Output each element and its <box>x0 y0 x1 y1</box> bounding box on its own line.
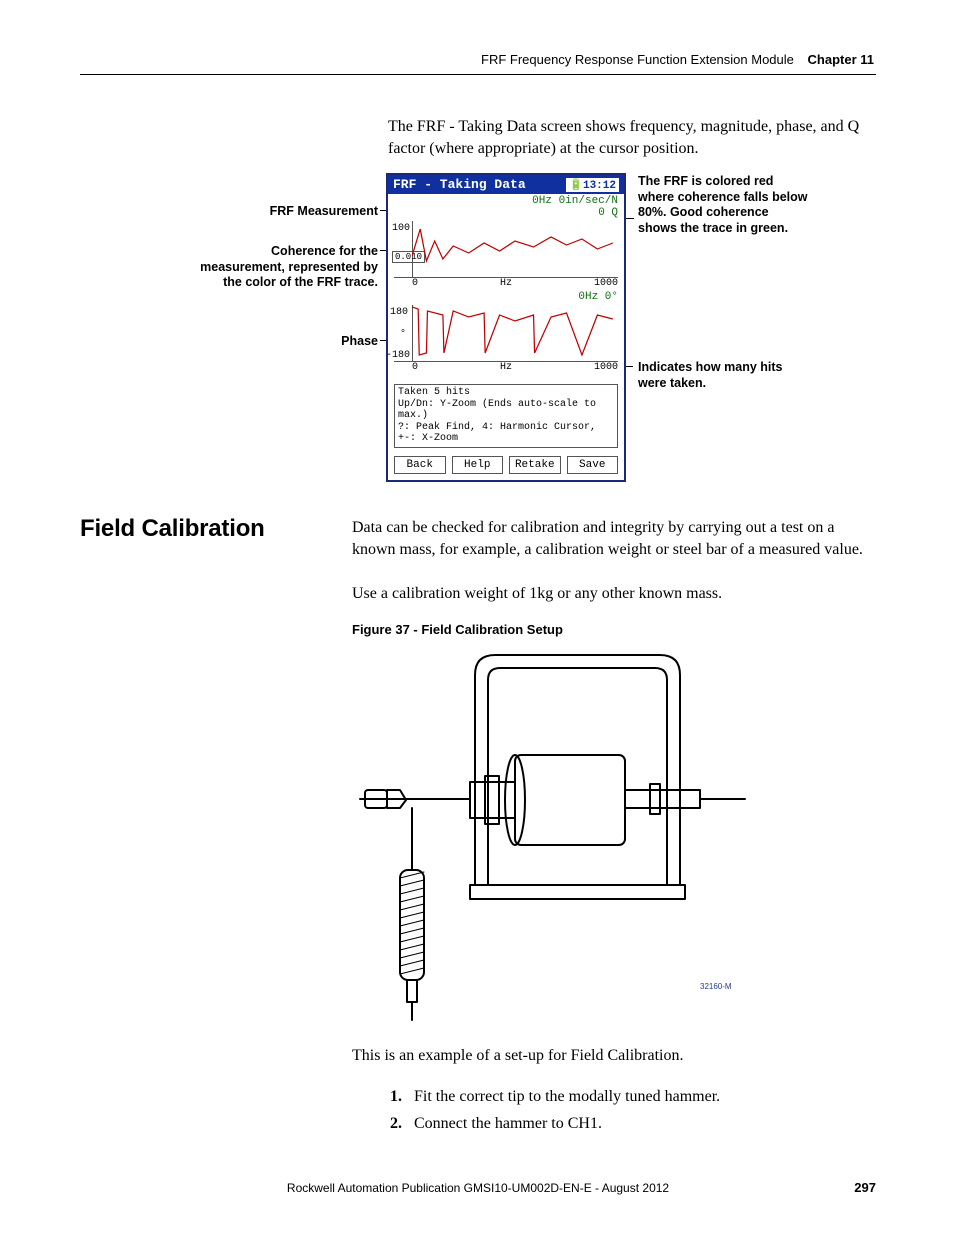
save-button[interactable]: Save <box>567 456 619 474</box>
y-tick-top: 180 <box>390 307 408 318</box>
x-tick-max: 1000 <box>594 278 618 289</box>
calibration-setup-drawing <box>350 640 750 1030</box>
device-title: FRF - Taking Data <box>393 177 526 192</box>
section-heading: Field Calibration <box>80 515 265 543</box>
body-paragraph: Data can be checked for calibration and … <box>352 517 882 562</box>
callout-coherence: Coherence for the measurement, represent… <box>188 244 378 291</box>
info-line-zoom: Up/Dn: Y-Zoom (Ends auto-scale to max.) <box>398 399 614 422</box>
device-clock: 🔋13:12 <box>566 178 619 192</box>
callout-frf-measurement: FRF Measurement <box>198 204 378 220</box>
step-number: 1. <box>380 1083 402 1110</box>
step-text: Connect the hammer to CH1. <box>414 1115 602 1132</box>
help-button[interactable]: Help <box>452 456 504 474</box>
publication-info: Rockwell Automation Publication GMSI10-U… <box>287 1181 669 1195</box>
x-tick-zero: 0 <box>412 278 418 289</box>
chapter-label: Chapter 11 <box>808 52 874 67</box>
info-line-hits: Taken 5 hits <box>398 387 614 399</box>
x-tick-zero: 0 <box>412 362 418 373</box>
ordered-steps: 1. Fit the correct tip to the modally tu… <box>380 1083 880 1137</box>
magnitude-trace <box>412 221 618 277</box>
readout-magnitude: 0Hz 0in/sec/N 0 Q <box>388 194 624 219</box>
device-screen: FRF - Taking Data 🔋13:12 0Hz 0in/sec/N 0… <box>386 173 626 482</box>
device-titlebar: FRF - Taking Data 🔋13:12 <box>388 175 624 194</box>
header-rule <box>80 74 876 75</box>
device-info-box: Taken 5 hits Up/Dn: Y-Zoom (Ends auto-sc… <box>394 384 618 448</box>
plot-phase: 180 ° -180 0 Hz 1000 <box>394 305 618 362</box>
running-title: FRF Frequency Response Function Extensio… <box>481 52 794 67</box>
figure-caption: Figure 37 - Field Calibration Setup <box>352 622 563 637</box>
step-text: Fit the correct tip to the modally tuned… <box>414 1088 720 1105</box>
intro-paragraph: The FRF - Taking Data screen shows frequ… <box>388 116 878 159</box>
x-tick-max: 1000 <box>594 362 618 373</box>
y-tick-mid: ° <box>400 329 406 340</box>
x-label-unit: Hz <box>500 362 512 373</box>
list-item: 1. Fit the correct tip to the modally tu… <box>380 1083 880 1110</box>
step-number: 2. <box>380 1110 402 1137</box>
page-footer: Rockwell Automation Publication GMSI10-U… <box>80 1181 876 1195</box>
callout-trace-color: The FRF is colored red where coherence f… <box>638 174 808 237</box>
figure-id: 32160-M <box>700 982 732 991</box>
device-button-row: Back Help Retake Save <box>388 452 624 480</box>
back-button[interactable]: Back <box>394 456 446 474</box>
callout-hits: Indicates how many hits were taken. <box>638 360 798 391</box>
running-header: FRF Frequency Response Function Extensio… <box>481 52 874 67</box>
info-line-keys: ?: Peak Find, 4: Harmonic Cursor, +-: X-… <box>398 422 614 445</box>
plot-magnitude: 100 0.010 0 Hz 1000 <box>394 221 618 278</box>
list-item: 2. Connect the hammer to CH1. <box>380 1110 880 1137</box>
frf-screen-diagram: FRF Measurement Coherence for the measur… <box>188 168 888 478</box>
page-number: 297 <box>854 1180 876 1195</box>
phase-trace <box>412 305 618 361</box>
y-tick-bot: -180 <box>386 350 410 361</box>
readout-phase: 0Hz 0° <box>388 290 624 303</box>
retake-button[interactable]: Retake <box>509 456 561 474</box>
body-paragraph: Use a calibration weight of 1kg or any o… <box>352 583 882 605</box>
y-tick-top: 100 <box>392 223 410 234</box>
callout-phase: Phase <box>198 334 378 350</box>
figure-illustration <box>350 640 750 1030</box>
x-label-unit: Hz <box>500 278 512 289</box>
body-paragraph: This is an example of a set-up for Field… <box>352 1045 882 1067</box>
